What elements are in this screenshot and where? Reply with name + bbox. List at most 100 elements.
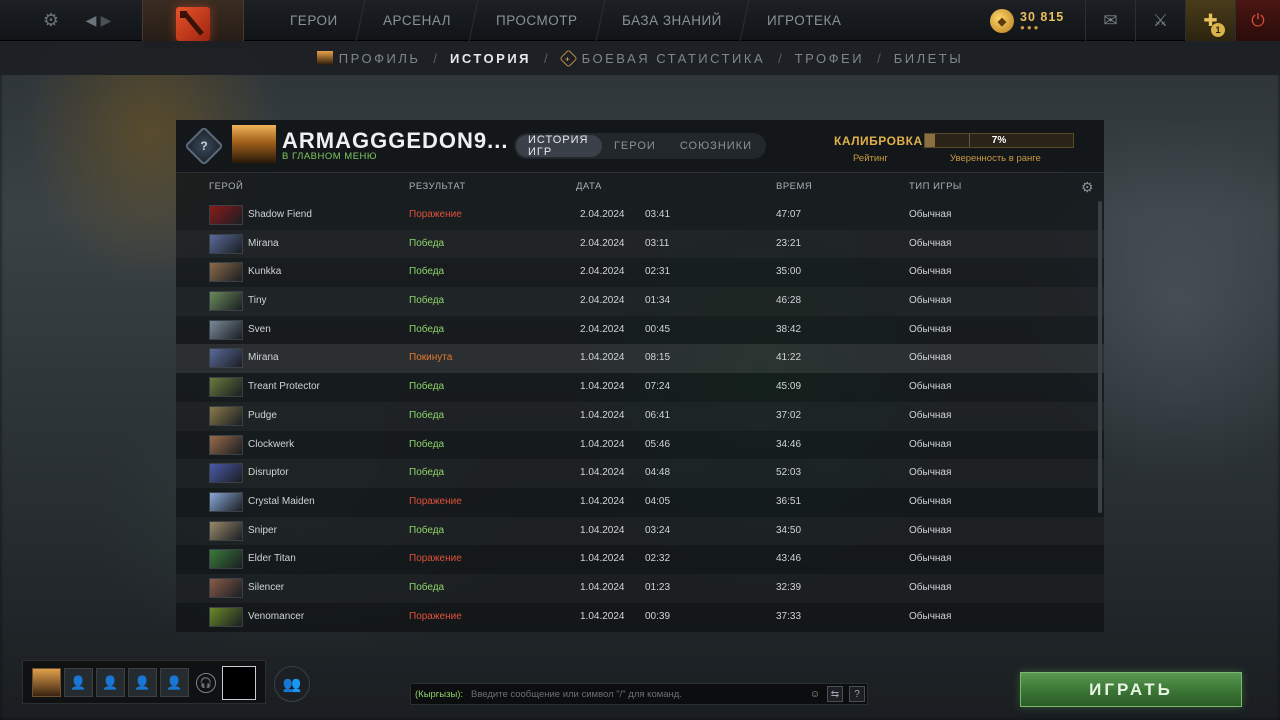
power-button[interactable]: ⏻ [1235,0,1280,41]
match-date: 1.04.2024 [580,467,625,479]
nav-arcade[interactable]: ИГРОТЕКА [741,0,868,41]
hero-portrait [209,319,243,340]
table-row[interactable]: Mirana Победа 2.04.2024 03:11 23:21 Обычная [176,230,1104,259]
game-type: Обычная [909,237,952,249]
nav-arsenal[interactable]: АРСЕНАЛ [356,0,479,41]
plus-button[interactable]: ✚ 1 [1185,0,1235,41]
column-hero[interactable]: ГЕРОЙ [209,181,243,192]
party-slot-empty[interactable]: 👤 [96,668,125,697]
match-duration: 38:42 [776,323,802,335]
match-result: Покинута [409,352,453,364]
notification-badge: 1 [1211,23,1225,37]
tab-match-history[interactable]: ИСТОРИЯ ИГР [516,134,602,158]
nav-heroes[interactable]: ГЕРОИ [263,0,366,41]
mail-icon: ✉ [1103,10,1118,30]
party-slot-empty[interactable]: 👤 [128,668,157,697]
user-placeholder-icon: 👤 [134,674,151,690]
chat-input[interactable] [471,684,801,704]
match-date: 1.04.2024 [580,524,625,536]
subnav-trophies[interactable]: ТРОФЕИ [795,51,864,66]
armory-button[interactable]: ⚔ [1135,0,1185,41]
friends-icon[interactable]: 👥 [274,666,310,702]
subnav-profile[interactable]: ПРОФИЛЬ [316,51,421,66]
match-list-scrollbar[interactable] [1098,201,1102,513]
game-type: Обычная [909,295,952,307]
user-status: В ГЛАВНОМ МЕНЮ [282,151,378,162]
table-row[interactable]: Tiny Победа 2.04.2024 01:34 46:28 Обычная [176,287,1104,316]
column-game-type[interactable]: ТИП ИГРЫ [909,181,962,192]
match-time: 05:46 [645,438,671,450]
table-row[interactable]: Venomancer Поражение 1.04.2024 00:39 37:33 Об… [176,603,1104,632]
hero-name: Elder Titan [248,553,296,565]
invite-slot[interactable] [222,666,256,700]
table-row[interactable]: Mirana Покинута 1.04.2024 08:15 41:22 Обычная [176,344,1104,374]
emoji-icon[interactable]: ☺ [807,686,823,702]
table-row[interactable]: Sniper Победа 1.04.2024 03:24 34:50 Обычная [176,517,1104,546]
subnav-battle-stats[interactable]: + БОЕВАЯ СТАТИСТИКА [559,48,765,68]
match-result: Победа [409,266,445,278]
play-button[interactable]: ИГРАТЬ [1020,672,1242,707]
chat-bar: (Кыргызы): ☺ ⇆ ? [410,683,868,705]
subnav-separator: / [877,50,881,66]
nav-knowledge-base[interactable]: БАЗА ЗНАНИЙ [595,0,750,41]
back-icon[interactable]: ◀ [84,0,98,41]
subnav-separator: / [544,50,548,66]
tab-allies[interactable]: СОЮЗНИКИ [668,135,764,157]
match-date: 2.04.2024 [580,237,625,249]
match-time: 03:11 [645,237,670,249]
chat-channel[interactable]: (Кыргызы): [415,689,463,700]
match-duration: 45:09 [776,381,802,393]
avatar[interactable] [232,125,276,163]
table-row[interactable]: Silencer Победа 1.04.2024 01:23 32:39 Обычная [176,574,1104,603]
column-result[interactable]: РЕЗУЛЬТАТ [409,181,466,192]
match-time: 04:05 [645,495,671,507]
nav-watch[interactable]: ПРОСМОТР [469,0,605,41]
hero-name: Mirana [248,352,279,364]
game-type: Обычная [909,524,952,536]
match-result: Поражение [409,553,462,565]
table-row[interactable]: Pudge Победа 1.04.2024 06:41 37:02 Обычная [176,402,1104,431]
game-type: Обычная [909,553,952,565]
subnav-tickets[interactable]: БИЛЕТЫ [894,51,964,66]
forward-icon[interactable]: ▶ [99,0,113,41]
party-slot-empty[interactable]: 👤 [64,668,93,697]
match-duration: 46:28 [776,295,802,307]
table-row[interactable]: Kunkka Победа 2.04.2024 02:31 35:00 Обычная [176,258,1104,287]
subnav-history[interactable]: ИСТОРИЯ [450,51,531,66]
voice-icon[interactable]: 🎧 [196,673,216,693]
hero-name: Sniper [248,524,277,536]
settings-icon[interactable]: ⚙ [38,0,64,41]
table-row[interactable]: Crystal Maiden Поражение 1.04.2024 04:05 36:… [176,488,1104,517]
chat-help-icon[interactable]: ? [849,686,865,702]
hero-name: Shadow Fiend [248,209,312,220]
tab-heroes[interactable]: ГЕРОИ [602,135,668,157]
party-slot-empty[interactable]: 👤 [160,668,189,697]
table-row[interactable]: Shadow Fiend Поражение 2.04.2024 03:41 47:07… [176,201,1104,230]
table-row[interactable]: Disruptor Победа 1.04.2024 04:48 52:03 Обычна… [176,459,1104,488]
hero-name: Kunkka [248,266,282,278]
match-time: 07:24 [645,381,671,393]
match-duration: 47:07 [776,209,802,220]
match-date: 1.04.2024 [580,495,625,507]
match-result: Победа [409,323,445,335]
match-duration: 43:46 [776,553,802,565]
subnav-separator: / [778,50,782,66]
table-row[interactable]: Treant Protector Победа 1.04.2024 07:24 45:0… [176,373,1104,402]
column-duration[interactable]: ВРЕМЯ [776,181,812,192]
chat-options-icon[interactable]: ⇆ [827,686,843,702]
gold-balance[interactable]: ◆ 30 815 ●●● [990,8,1080,34]
rank-medal-icon[interactable]: ? [184,126,224,166]
column-date[interactable]: ДАТА [576,181,602,192]
table-row[interactable]: Sven Победа 2.04.2024 00:45 38:42 Обычная [176,316,1104,345]
hero-portrait [209,606,243,627]
match-time: 03:41 [645,209,671,220]
match-time: 08:15 [645,352,671,364]
table-row[interactable]: Clockwerk Победа 1.04.2024 05:46 34:46 Обычна… [176,431,1104,460]
match-duration: 35:00 [776,266,802,278]
mail-button[interactable]: ✉ [1085,0,1135,41]
gear-icon[interactable]: ⚙ [1081,179,1094,196]
game-type: Обычная [909,581,952,593]
table-row[interactable]: Elder Titan Поражение 1.04.2024 02:32 43:46 О… [176,545,1104,574]
hero-portrait [209,434,243,455]
party-slot-self[interactable] [32,668,61,697]
